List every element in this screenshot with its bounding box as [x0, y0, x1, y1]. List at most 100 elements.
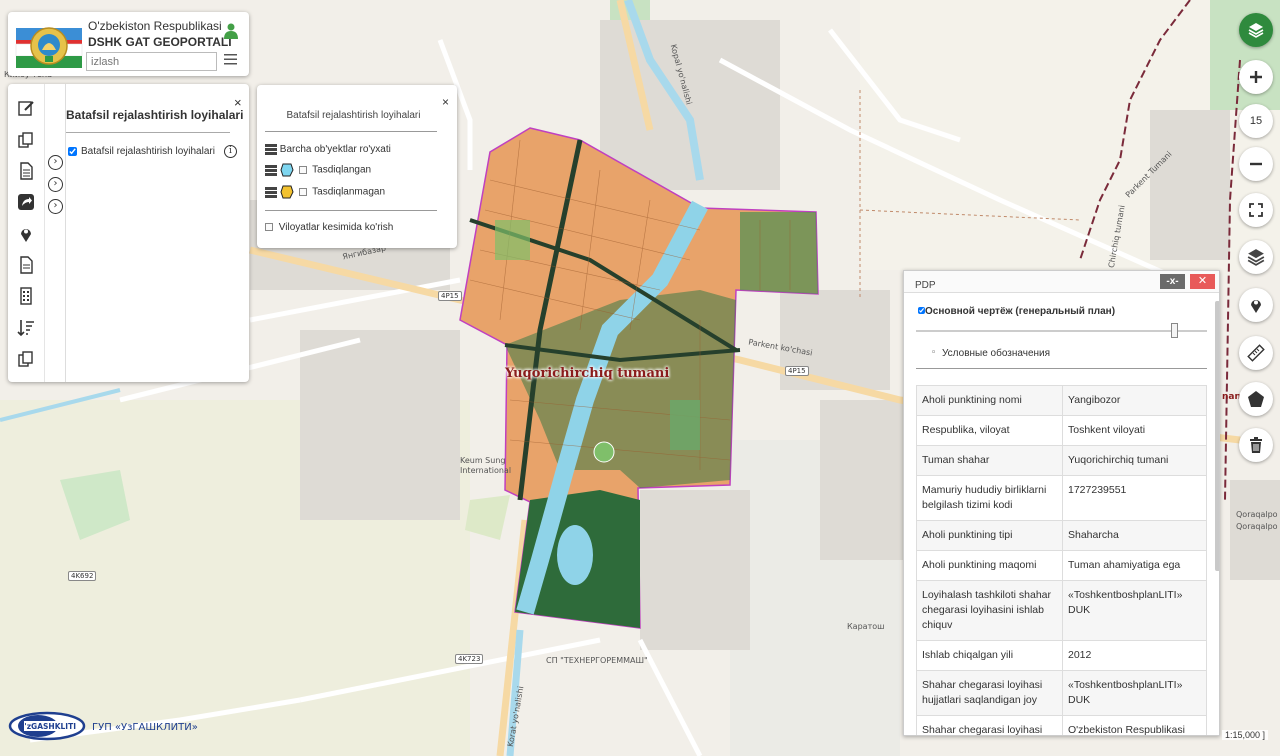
chevron-right-icon[interactable]: › — [48, 155, 63, 170]
by-region-label: Viloyatlar kesimida ko'rish — [278, 222, 394, 233]
map-label-technergoremmash: СП "ТЕХНЕРГОРЕММАШ" — [546, 656, 648, 665]
attribute-value: 2012 — [1062, 640, 1207, 671]
opacity-slider-handle[interactable] — [1171, 323, 1178, 338]
road-shield-4k692: 4K692 — [68, 571, 97, 581]
layer-label: Batafsil rejalashtirish loyihalari — [81, 146, 215, 157]
fullscreen-icon — [1249, 203, 1263, 217]
approved-row: Tasdiqlangan — [265, 163, 371, 177]
pdp-header: PDP -x- ✕ — [904, 271, 1219, 293]
hamburger-menu-icon[interactable] — [224, 53, 237, 65]
ruler-icon — [1247, 344, 1265, 362]
table-row: Aholi punktining nomi Yangibozor — [916, 385, 1207, 416]
portal-title-line2: DSHK GAT GEOPORTALI — [88, 35, 232, 49]
divider — [66, 132, 230, 133]
map-label-qoraqalpoq-2: Qoraqalpo — [1236, 522, 1278, 531]
table-row: Ishlab chiqalgan yili 2012 — [916, 640, 1207, 671]
attribute-key: Aholi punktining nomi — [916, 385, 1063, 416]
list-stack-icon[interactable] — [265, 164, 277, 176]
all-objects-list-link[interactable]: Barcha ob'yektlar ro'yxati — [265, 144, 391, 155]
legend-panel: × Batafsil rejalashtirish loyihalari Bar… — [257, 85, 457, 248]
copy-icon[interactable] — [17, 131, 35, 149]
table-row: Loyihalash tashkiloti shahar chegarasi l… — [916, 580, 1207, 641]
pdp-scrollbar[interactable] — [1215, 301, 1219, 571]
legend-panel-close-button[interactable]: × — [442, 95, 449, 109]
legend-panel-title: Batafsil rejalashtirish loyihalari — [286, 110, 421, 121]
by-region-row: Viloyatlar kesimida ko'rish — [265, 222, 393, 233]
sort-icon[interactable] — [17, 319, 35, 337]
attribute-value: Yangibozor — [1062, 385, 1207, 416]
pdp-layer-checkbox[interactable] — [918, 307, 925, 314]
road-shield-4k723: 4K723 — [455, 654, 484, 664]
attribute-value: O'zbekiston Respublikasi — [1062, 715, 1207, 735]
approved-checkbox[interactable] — [298, 166, 307, 174]
map-label-karatash: Каратош — [847, 622, 885, 631]
table-row: Respublika, viloyat Toshkent viloyati — [916, 415, 1207, 446]
road-shield-4p15-left: 4P15 — [438, 291, 462, 301]
chevron-right-icon[interactable]: › — [48, 199, 63, 214]
edit-icon[interactable] — [17, 99, 35, 117]
table-row: Tuman shahar Yuqorichirchiq tumani — [916, 445, 1207, 476]
clear-button[interactable] — [1239, 428, 1273, 462]
pdp-minimize-button[interactable]: -x- — [1160, 274, 1185, 289]
attribute-value: «ToshkentboshplanLITI» DUK — [1062, 670, 1207, 716]
not-approved-polygon-icon — [280, 185, 294, 199]
table-row: Aholi punktining maqomi Tuman ahamiyatiga… — [916, 550, 1207, 581]
table-row: Aholi punktining tipi Shaharcha — [916, 520, 1207, 551]
report-icon[interactable] — [17, 256, 35, 274]
attribute-key: Tuman shahar — [916, 445, 1063, 476]
legend-link[interactable]: Условные обозначения — [931, 348, 1050, 359]
state-emblem-logo — [15, 27, 83, 68]
all-objects-label: Barcha ob'yektlar ro'yxati — [279, 144, 391, 156]
map-label-qoraqalpoq-1: Qoraqalpo — [1236, 510, 1278, 519]
list-stack-icon — [265, 144, 277, 155]
table-row: Mamuriy hududiy birliklarni belgilash ti… — [916, 475, 1207, 521]
chevron-right-icon[interactable]: › — [48, 177, 63, 192]
attribute-key: Loyihalash tashkiloti shahar chegarasi l… — [916, 580, 1063, 641]
basemap-layers-button[interactable] — [1239, 240, 1273, 274]
layers-icon — [1248, 23, 1264, 38]
not-approved-row: Tasdiqlanmagan — [265, 185, 385, 199]
zoom-in-button[interactable] — [1239, 60, 1273, 94]
building-icon[interactable] — [17, 287, 35, 305]
info-icon[interactable]: i — [224, 145, 237, 158]
org-name: ГУП «УзГАШКЛИТИ» — [92, 722, 198, 733]
pdp-close-button[interactable]: ✕ — [1190, 274, 1215, 289]
not-approved-checkbox[interactable] — [298, 188, 307, 196]
list-stack-icon[interactable] — [265, 186, 277, 198]
table-row: Shahar chegarasi loyihasi O'zbekiston Res… — [916, 715, 1207, 735]
pdp-title: PDP — [915, 280, 936, 291]
share-icon[interactable] — [17, 193, 35, 211]
attribute-key: Aholi punktining tipi — [916, 520, 1063, 551]
document-icon[interactable] — [17, 162, 35, 180]
attribute-key: Mamuriy hududiy birliklarni belgilash ti… — [916, 475, 1063, 521]
pdp-layer-label: Основной чертёж (генеральный план) — [925, 306, 1116, 317]
layer-checkbox[interactable] — [68, 147, 77, 156]
measure-distance-button[interactable] — [1239, 336, 1273, 370]
attribute-key: Shahar chegarasi loyihasi hujjatlari saq… — [916, 670, 1063, 716]
opacity-slider-track[interactable] — [916, 330, 1207, 332]
search-input[interactable] — [86, 52, 217, 71]
fullscreen-button[interactable] — [1239, 193, 1273, 227]
left-tools-panel: › › › × Batafsil rejalashtirish loyihala… — [8, 84, 249, 382]
expand-arrow-column: › › › — [44, 84, 66, 382]
zoom-out-button[interactable] — [1239, 147, 1273, 181]
district-label: Yuqorichirchiq tumani — [505, 366, 670, 381]
tool-column — [8, 84, 44, 382]
by-region-checkbox[interactable] — [265, 223, 273, 232]
zoom-level-display: 15 — [1239, 104, 1273, 138]
pdp-info-panel: PDP -x- ✕ Основной чертёж (генеральный п… — [903, 270, 1220, 736]
user-icon[interactable] — [224, 23, 238, 39]
duplicate-icon[interactable] — [17, 350, 35, 368]
measure-area-button[interactable] — [1239, 382, 1273, 416]
divider — [265, 131, 437, 132]
attribute-key: Shahar chegarasi loyihasi — [916, 715, 1063, 735]
attribute-value: Toshkent viloyati — [1062, 415, 1207, 446]
attribute-value: Shaharcha — [1062, 520, 1207, 551]
not-approved-label: Tasdiqlanmagan — [312, 186, 385, 198]
location-pin-icon[interactable] — [17, 225, 35, 243]
layers-stack-button[interactable] — [1239, 13, 1273, 47]
attribute-value: Yuqorichirchiq tumani — [1062, 445, 1207, 476]
location-button[interactable] — [1239, 288, 1273, 322]
polygon-icon — [1248, 391, 1264, 407]
divider — [916, 368, 1207, 369]
